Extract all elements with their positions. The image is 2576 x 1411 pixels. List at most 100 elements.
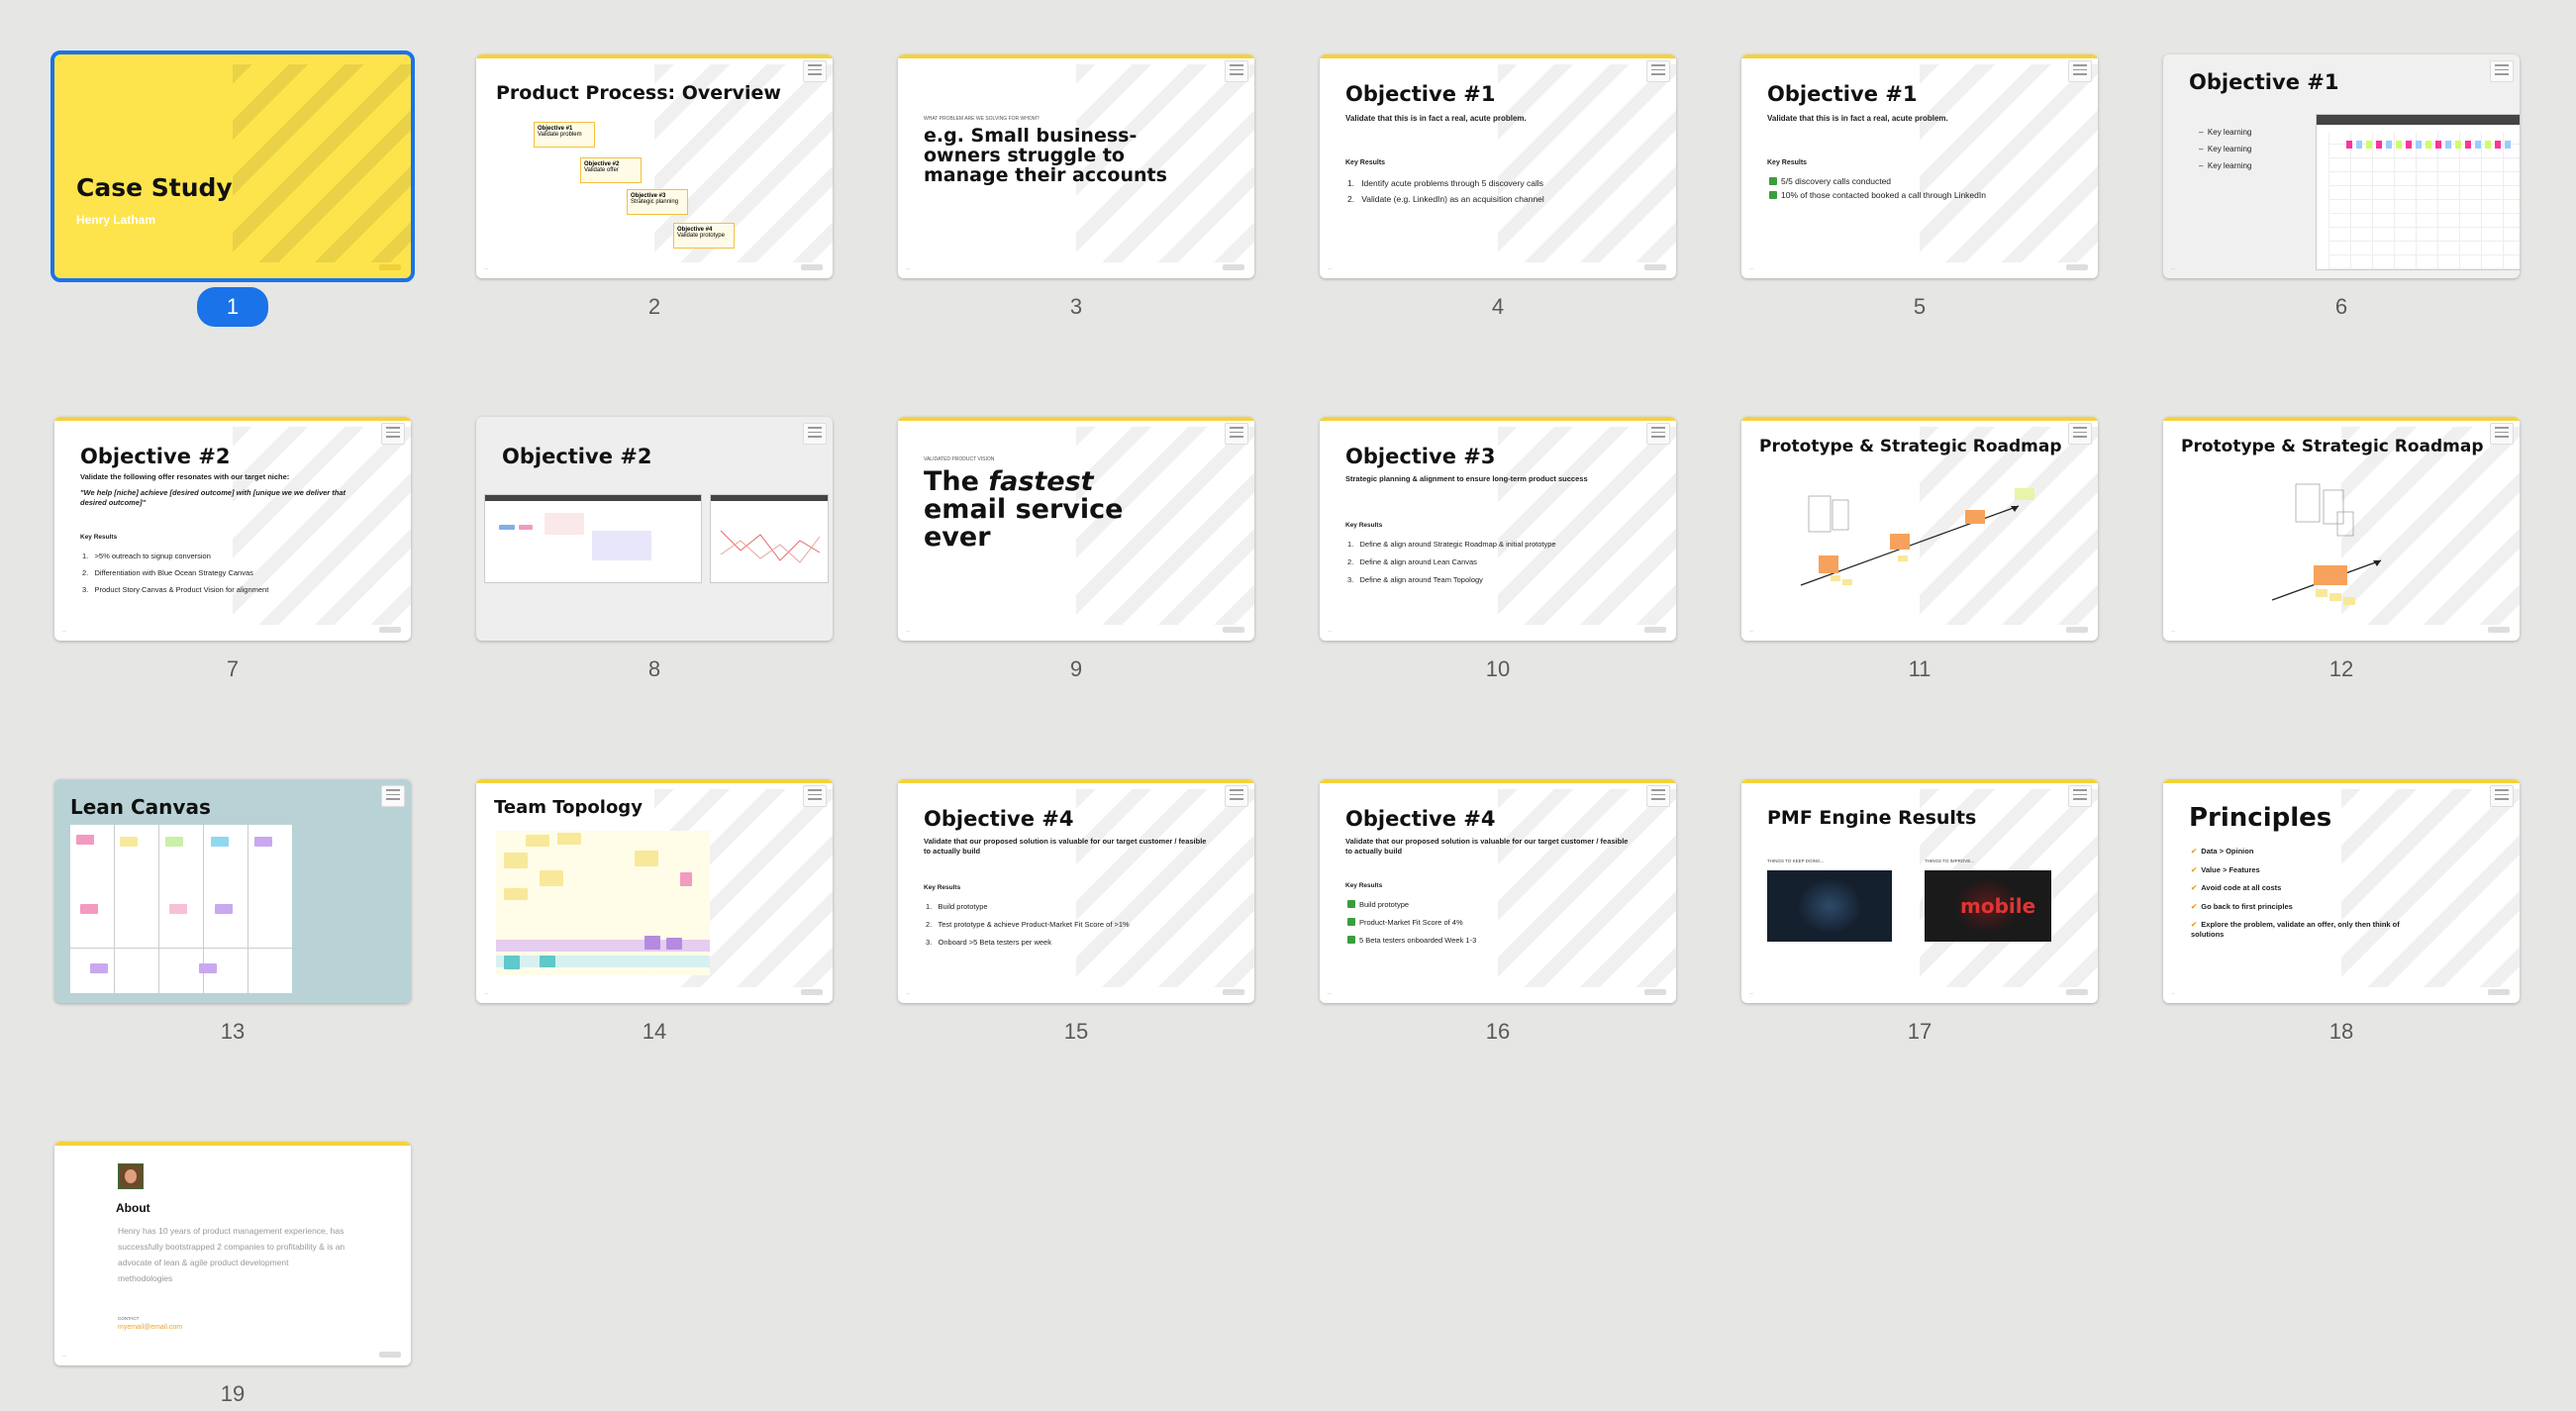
slide-cell-1: Case Study Henry Latham 1: [50, 50, 415, 327]
process-step: Objective #2 Validate offer: [580, 157, 642, 183]
slide-title: Objective #2: [80, 445, 231, 468]
menu-icon: [2068, 785, 2092, 807]
slide-thumbnail-16[interactable]: Objective #4 Validate that our proposed …: [1320, 779, 1676, 1003]
board-screenshot: [484, 494, 702, 583]
key-results-label: Key Results: [1767, 159, 1808, 166]
slide-thumbnail-4[interactable]: Objective #1 Validate that this is in fa…: [1320, 54, 1676, 278]
menu-icon: [2490, 60, 2514, 82]
menu-icon: [803, 60, 827, 82]
key-results-list: 1. Build prototype 2. Test prototype & a…: [926, 902, 1130, 947]
slide-title: Lean Canvas: [70, 795, 211, 819]
slide-cell-7: Objective #2 Validate the following offe…: [54, 417, 411, 686]
principles-list: ✔ Data > Opinion ✔ Value > Features ✔ Avoid…: [2191, 847, 2400, 939]
slide-title: Objective #4: [924, 807, 1074, 831]
slide-thumbnail-1[interactable]: Case Study Henry Latham: [50, 50, 415, 282]
slide-thumbnail-18[interactable]: Principles ✔ Data > Opinion ✔ Value > Feat…: [2163, 779, 2520, 1003]
menu-icon: [1646, 423, 1670, 445]
key-results-label: Key Results: [80, 534, 118, 541]
slide-subtitle: Validate the following offer resonates w…: [80, 472, 290, 481]
menu-icon: [2490, 785, 2514, 807]
slide-title: Objective #3: [1345, 445, 1496, 468]
menu-icon: [1646, 60, 1670, 82]
slide-cell-3: WHAT PROBLEM ARE WE SOLVING FOR WHOM? e.…: [898, 54, 1254, 324]
slide-number: 4: [1491, 294, 1505, 319]
contact-email[interactable]: myemail@email.com: [118, 1324, 182, 1331]
slide-cell-13: Lean Canvas 13: [54, 779, 411, 1049]
slide-title: Objective #2: [502, 445, 652, 468]
slide-thumbnail-15[interactable]: Objective #4 Validate that our proposed …: [898, 779, 1254, 1003]
slide-thumbnail-5[interactable]: Objective #1 Validate that this is in fa…: [1741, 54, 2098, 278]
menu-icon: [1225, 60, 1248, 82]
slide-cell-11: Prototype & Strategic Roadmap — 11: [1741, 417, 2098, 686]
slide-cell-5: Objective #1 Validate that this is in fa…: [1741, 54, 2098, 324]
menu-icon: [381, 785, 405, 807]
checkbox-icon: [1769, 191, 1777, 199]
board-screenshot: [2316, 114, 2520, 270]
about-body: Henry has 10 years of product management…: [118, 1226, 346, 1283]
slide-thumbnail-12[interactable]: Prototype & Strategic Roadmap —: [2163, 417, 2520, 641]
slide-thumbnail-19[interactable]: About Henry has 10 years of product mana…: [54, 1142, 411, 1365]
slide-title: Case Study: [76, 173, 233, 202]
slide-cell-17: PMF Engine Results THINGS TO KEEP DOING.…: [1741, 779, 2098, 1049]
word-cloud-main-word: mobile: [1960, 894, 2036, 918]
slide-number: 5: [1913, 294, 1927, 319]
strategy-canvas-screenshot: [710, 494, 829, 583]
slide-title: About: [116, 1201, 150, 1215]
menu-icon: [2068, 60, 2092, 82]
slide-cell-2: Product Process: Overview Objective #1 Va…: [476, 54, 833, 324]
slide-number: 8: [647, 656, 661, 681]
slide-cell-12: Prototype & Strategic Roadmap — 12: [2163, 417, 2520, 686]
slide-thumbnail-17[interactable]: PMF Engine Results THINGS TO KEEP DOING.…: [1741, 779, 2098, 1003]
slide-cell-19: About Henry has 10 years of product mana…: [54, 1142, 411, 1411]
slide-thumbnail-14[interactable]: Team Topology —: [476, 779, 833, 1003]
checkbox-icon: [1347, 918, 1355, 926]
menu-icon: [803, 423, 827, 445]
slide-thumbnail-13[interactable]: Lean Canvas: [54, 779, 411, 1003]
slide-thumbnail-8[interactable]: Objective #2: [476, 417, 833, 641]
slide-title: Objective #1: [1345, 82, 1496, 106]
slide-kicker: VALIDATED PRODUCT VISION: [924, 456, 995, 462]
key-results-list: 5/5 discovery calls conducted 10% of tho…: [1769, 174, 1986, 202]
slide-cell-15: Objective #4 Validate that our proposed …: [898, 779, 1254, 1049]
key-results-label: Key Results: [1345, 522, 1383, 529]
slide-cell-14: Team Topology — 14: [476, 779, 833, 1049]
slide-cell-16: Objective #4 Validate that our proposed …: [1320, 779, 1676, 1049]
checkbox-icon: [1347, 936, 1355, 944]
slide-thumbnail-3[interactable]: WHAT PROBLEM ARE WE SOLVING FOR WHOM? e.…: [898, 54, 1254, 278]
slide-title: Principles: [2189, 803, 2332, 833]
slide-number: 7: [226, 656, 240, 681]
key-results-list: 1. Define & align around Strategic Roadm…: [1347, 540, 1556, 584]
slide-number: 11: [1908, 656, 1932, 681]
slide-subtitle: Strategic planning & alignment to ensure…: [1345, 474, 1588, 483]
slide-cell-10: Objective #3 Strategic planning & alignm…: [1320, 417, 1676, 686]
slide-number: 1: [54, 287, 411, 327]
team-topology-board: [496, 831, 710, 975]
slide-title: The fastest email service ever: [924, 466, 1124, 553]
key-results-list: Build prototype Product-Market Fit Score…: [1347, 896, 1476, 950]
slide-thumbnail-6[interactable]: Objective #1 – Key learning – Key learni…: [2163, 54, 2520, 278]
key-results-label: Key Results: [1345, 882, 1383, 889]
slide-number: 2: [647, 294, 661, 319]
slide-thumbnail-9[interactable]: VALIDATED PRODUCT VISION The fastest ema…: [898, 417, 1254, 641]
word-cloud-keep: [1767, 870, 1892, 942]
menu-icon: [381, 423, 405, 445]
slide-thumbnail-2[interactable]: Product Process: Overview Objective #1 Va…: [476, 54, 833, 278]
slide-number: 6: [2334, 294, 2348, 319]
process-step: Objective #3 Strategic planning: [627, 189, 688, 215]
slide-thumbnail-7[interactable]: Objective #2 Validate the following offe…: [54, 417, 411, 641]
check-icon: ✔: [2191, 847, 2198, 856]
slide-number: 18: [2328, 1019, 2354, 1044]
slide-title: Objective #1: [1767, 82, 1918, 106]
check-icon: ✔: [2191, 883, 2198, 892]
menu-icon: [803, 785, 827, 807]
slide-thumbnail-11[interactable]: Prototype & Strategic Roadmap —: [1741, 417, 2098, 641]
slide-number: 15: [1063, 1019, 1089, 1044]
checkbox-icon: [1347, 900, 1355, 908]
menu-icon: [1225, 423, 1248, 445]
slide-number: 10: [1485, 656, 1511, 681]
offer-quote: "We help [niche] achieve [desired outcom…: [80, 488, 347, 507]
key-results-list: 1. Identify acute problems through 5 dis…: [1347, 178, 1544, 204]
slide-number: 16: [1485, 1019, 1511, 1044]
checkbox-icon: [1769, 177, 1777, 185]
slide-thumbnail-10[interactable]: Objective #3 Strategic planning & alignm…: [1320, 417, 1676, 641]
